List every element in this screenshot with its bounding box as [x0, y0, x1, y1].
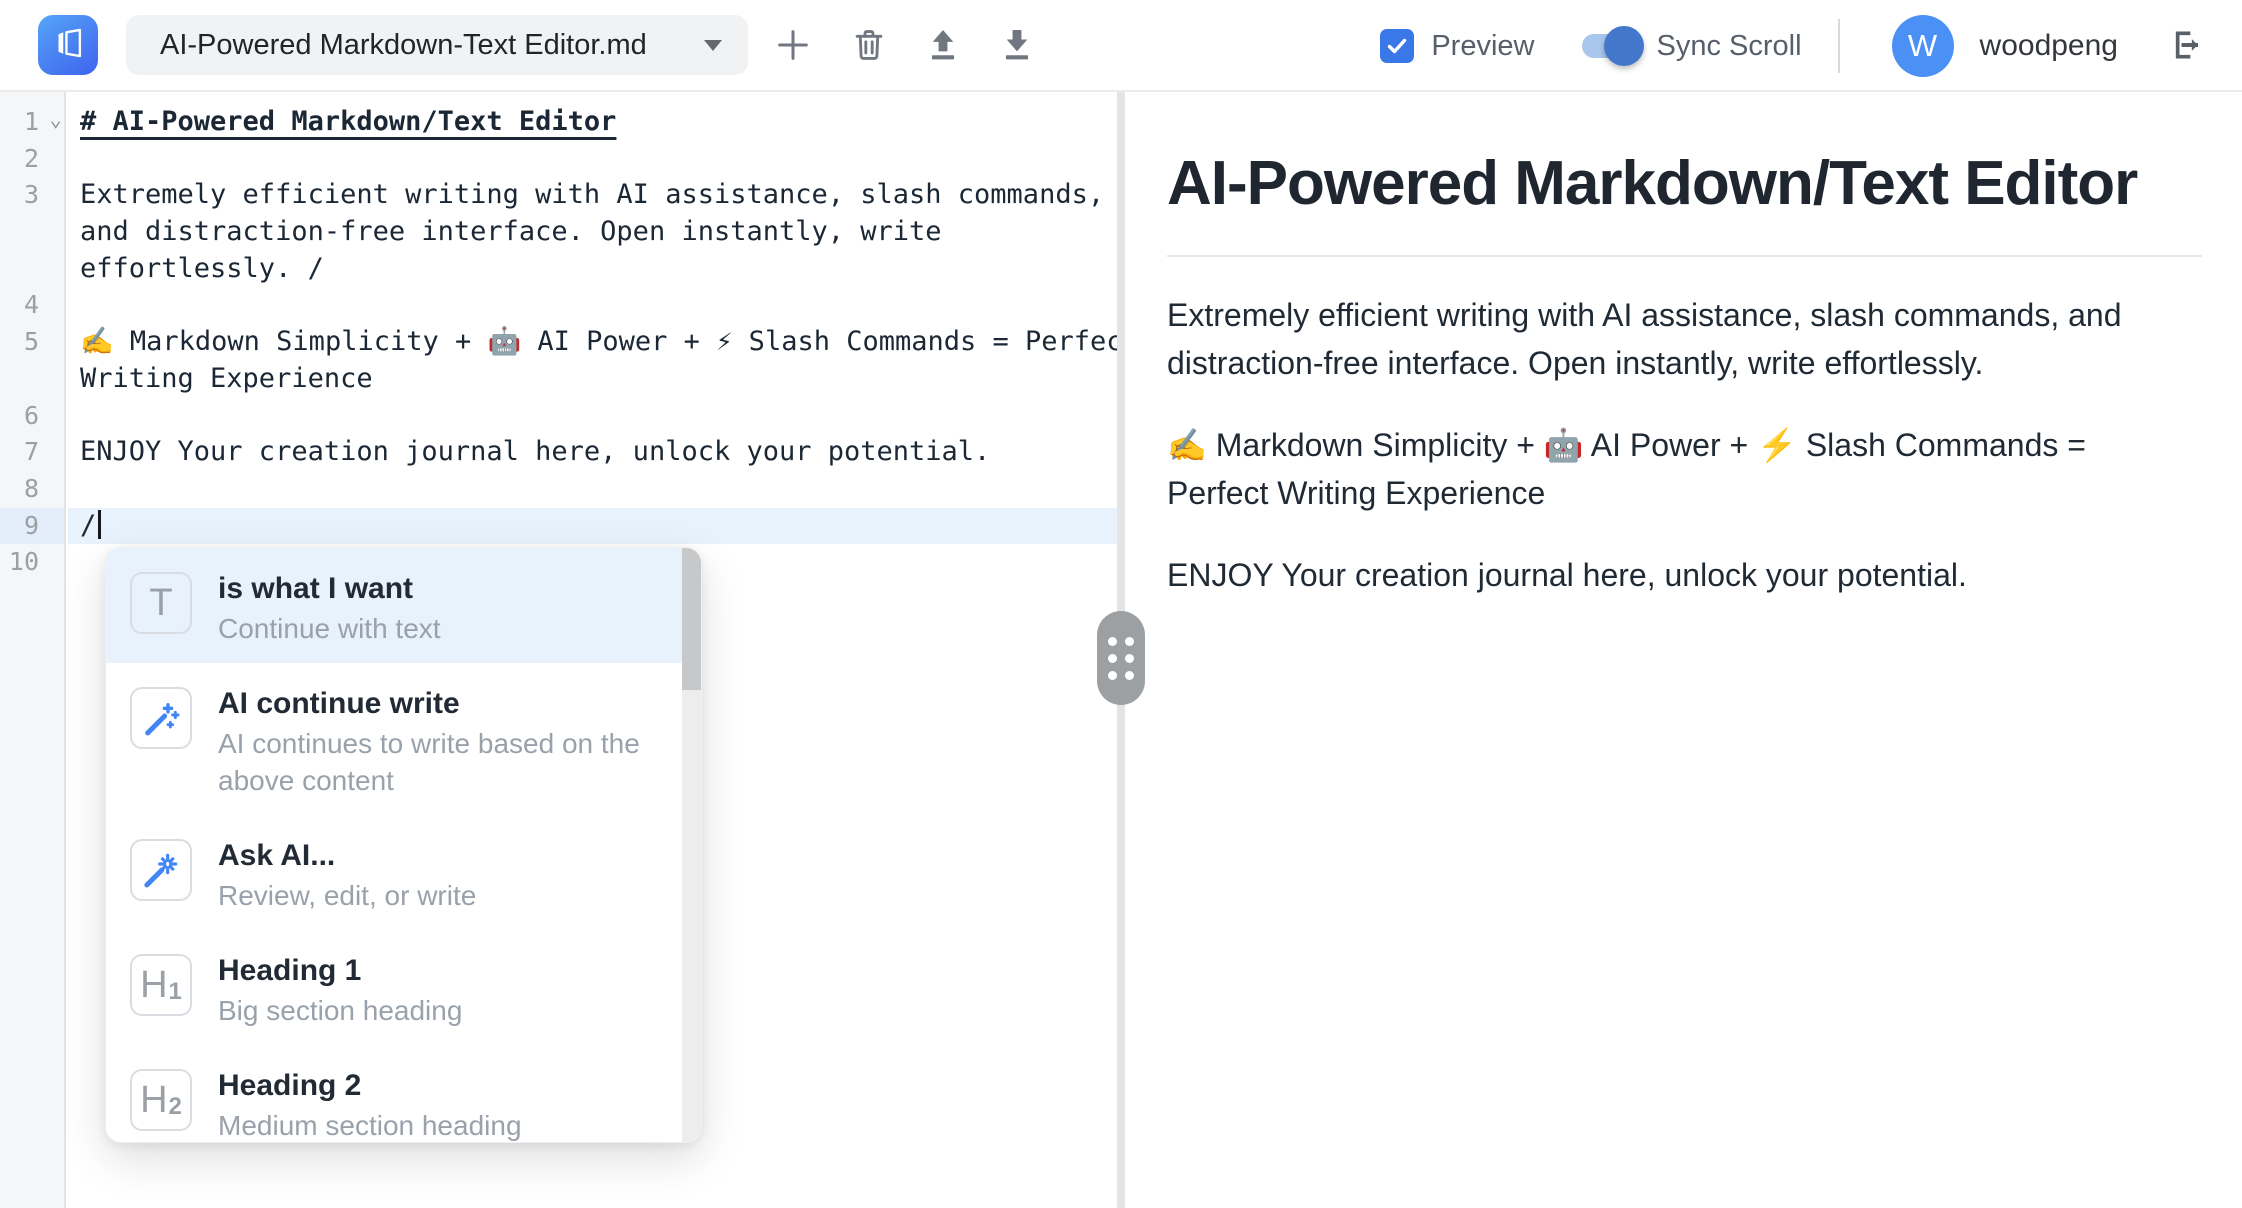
username-label: woodpeng: [1980, 29, 2118, 63]
text-cursor: [98, 510, 101, 539]
line-number: 4: [0, 287, 64, 324]
line-number-gutter: 1⌄ 2 3 4 5 6 7 8 9 10: [0, 92, 66, 1208]
trash-icon: [850, 26, 888, 64]
menu-item-ai-continue-write[interactable]: AI continue write AI continues to write …: [106, 663, 701, 815]
pane-resize-handle[interactable]: [1097, 611, 1145, 705]
user-menu[interactable]: W woodpeng: [1892, 15, 2118, 77]
download-button[interactable]: [994, 22, 1040, 68]
toolbar: AI-Powered Markdown-Text Editor.md: [0, 0, 2242, 92]
new-file-button[interactable]: [770, 22, 816, 68]
toolbar-divider: [1838, 19, 1840, 73]
checkbox-checked-icon: [1380, 29, 1414, 63]
line-number: [0, 214, 64, 251]
delete-file-button[interactable]: [846, 22, 892, 68]
text-icon: T: [130, 572, 192, 634]
toolbar-right: Preview Sync Scroll W woodpeng: [1380, 0, 2210, 92]
code-line[interactable]: Extremely efficient writing with AI assi…: [68, 177, 1117, 214]
line-number: 10: [0, 544, 64, 581]
menu-item-desc: Medium section heading: [218, 1107, 522, 1143]
slash-command-menu: T is what I want Continue with text A: [105, 547, 702, 1143]
grip-dots-icon: [1108, 637, 1134, 680]
preview-label: Preview: [1431, 30, 1534, 63]
sync-scroll-toggle[interactable]: Sync Scroll: [1582, 30, 1801, 63]
menu-item-desc: Big section heading: [218, 992, 462, 1029]
line-number: [0, 251, 64, 288]
menu-item-desc: Review, edit, or write: [218, 877, 476, 914]
toggle-knob: [1604, 26, 1644, 66]
caret-down-icon: [704, 40, 722, 51]
upload-button[interactable]: [920, 22, 966, 68]
line-number: 8: [0, 471, 64, 508]
code-line[interactable]: [68, 471, 1117, 508]
code-line[interactable]: and distraction-free interface. Open ins…: [68, 214, 1117, 251]
avatar: W: [1892, 15, 1954, 77]
menu-item-heading-1[interactable]: H1 Heading 1 Big section heading: [106, 930, 701, 1045]
preview-paragraph: Extremely efficient writing with AI assi…: [1167, 291, 2182, 387]
code-line[interactable]: ENJOY Your creation journal here, unlock…: [68, 434, 1117, 471]
menu-item-desc: AI continues to write based on the above…: [218, 725, 661, 799]
menu-item-continue-with-text[interactable]: T is what I want Continue with text: [106, 548, 701, 663]
sync-scroll-label: Sync Scroll: [1656, 30, 1801, 63]
upload-icon: [924, 26, 962, 64]
menu-item-heading-2[interactable]: H2 Heading 2 Medium section heading: [106, 1045, 701, 1143]
magic-wand-icon: [130, 687, 192, 749]
app-logo[interactable]: [38, 15, 98, 75]
code-line[interactable]: effortlessly. /: [68, 251, 1117, 288]
plus-icon: [773, 25, 813, 65]
preview-paragraph: ENJOY Your creation journal here, unlock…: [1167, 551, 2182, 599]
fold-chevron-icon[interactable]: ⌄: [49, 101, 62, 138]
line-number: 7: [0, 434, 64, 471]
menu-scrollbar-track[interactable]: [682, 548, 701, 1142]
code-line[interactable]: [68, 287, 1117, 324]
menu-scrollbar-thumb[interactable]: [682, 548, 701, 690]
code-line[interactable]: # AI-Powered Markdown/Text Editor: [68, 104, 1117, 141]
heading-1-icon: H1: [130, 954, 192, 1016]
heading-2-icon: H2: [130, 1069, 192, 1131]
filename-dropdown[interactable]: AI-Powered Markdown-Text Editor.md: [126, 15, 748, 75]
line-number: 3: [0, 177, 64, 214]
menu-item-ask-ai[interactable]: Ask AI... Review, edit, or write: [106, 815, 701, 930]
ask-ai-wand-icon: [130, 839, 192, 901]
preview-pane: AI-Powered Markdown/Text Editor Extremel…: [1125, 92, 2242, 1208]
line-number: 1⌄: [0, 104, 64, 141]
line-number: 6: [0, 398, 64, 435]
filename-label: AI-Powered Markdown-Text Editor.md: [160, 29, 647, 62]
preview-paragraph: ✍️ Markdown Simplicity + 🤖 AI Power + ⚡ …: [1167, 421, 2182, 517]
menu-item-title: Heading 1: [218, 950, 462, 992]
toggle-track: [1582, 34, 1638, 58]
menu-item-title: AI continue write: [218, 683, 661, 725]
workspace: 1⌄ 2 3 4 5 6 7 8 9 10 # AI-Powered Markd…: [0, 92, 2242, 1208]
logout-icon: [2166, 25, 2206, 68]
menu-item-desc: Continue with text: [218, 610, 441, 647]
code-line[interactable]: ✍️ Markdown Simplicity + 🤖 AI Power + ⚡ …: [68, 324, 1117, 361]
code-line[interactable]: [68, 141, 1117, 178]
preview-checkbox[interactable]: Preview: [1380, 29, 1534, 63]
download-icon: [998, 26, 1036, 64]
preview-heading: AI-Powered Markdown/Text Editor: [1167, 148, 2202, 257]
menu-item-title: Ask AI...: [218, 835, 476, 877]
line-number: 5: [0, 324, 64, 361]
app-window: AI-Powered Markdown-Text Editor.md: [0, 0, 2242, 1208]
code-line-active[interactable]: /: [68, 508, 1117, 545]
line-number-active: 9: [0, 508, 64, 545]
menu-item-title: Heading 2: [218, 1065, 522, 1107]
line-number: 2: [0, 141, 64, 178]
line-number: [0, 361, 64, 398]
code-line[interactable]: Writing Experience: [68, 361, 1117, 398]
journal-book-icon: [49, 24, 87, 67]
logout-button[interactable]: [2162, 22, 2210, 70]
menu-item-title: is what I want: [218, 568, 441, 610]
code-line[interactable]: [68, 398, 1117, 435]
